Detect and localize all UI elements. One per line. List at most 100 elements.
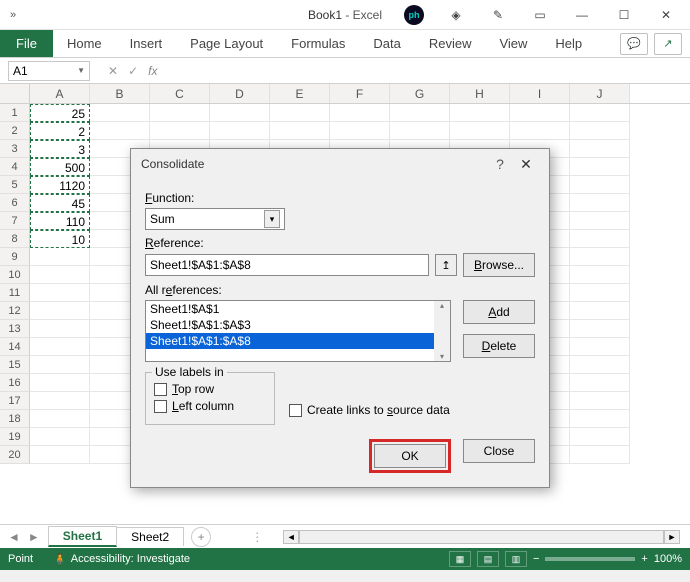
premium-icon[interactable]: ◈ [436, 1, 476, 29]
cell[interactable]: 25 [30, 104, 90, 122]
view-normal-icon[interactable]: ▦ [449, 551, 471, 567]
cell[interactable] [450, 122, 510, 140]
row-header[interactable]: 18 [0, 410, 30, 428]
col-header[interactable]: B [90, 84, 150, 103]
view-pagebreak-icon[interactable]: ▥ [505, 551, 527, 567]
sheet-tab[interactable]: Sheet2 [116, 527, 184, 546]
chevron-down-icon[interactable]: ▾ [264, 210, 280, 228]
row-header[interactable]: 1 [0, 104, 30, 122]
search-icon[interactable]: ✎ [478, 1, 518, 29]
zoom-out-icon[interactable]: − [533, 553, 539, 565]
cell[interactable] [570, 410, 630, 428]
function-combo[interactable]: Sum ▾ [145, 208, 285, 230]
cell[interactable] [390, 104, 450, 122]
cell[interactable] [570, 140, 630, 158]
row-header[interactable]: 17 [0, 392, 30, 410]
row-header[interactable]: 2 [0, 122, 30, 140]
cell[interactable]: 10 [30, 230, 90, 248]
cell[interactable] [270, 122, 330, 140]
tab-formulas[interactable]: Formulas [277, 30, 359, 57]
tab-home[interactable]: Home [53, 30, 116, 57]
collapse-dialog-icon[interactable]: ↥ [435, 254, 457, 276]
cell[interactable] [90, 104, 150, 122]
ok-button[interactable]: OK [374, 444, 446, 468]
reference-input[interactable] [145, 254, 429, 276]
row-header[interactable]: 13 [0, 320, 30, 338]
dialog-close-icon[interactable]: ✕ [513, 156, 539, 173]
left-column-checkbox[interactable] [154, 400, 167, 413]
row-header[interactable]: 9 [0, 248, 30, 266]
fx-icon[interactable]: fx [148, 64, 157, 78]
cell[interactable] [570, 374, 630, 392]
name-box[interactable]: A1 ▼ [8, 61, 90, 81]
row-header[interactable]: 3 [0, 140, 30, 158]
cell[interactable] [210, 122, 270, 140]
create-links-checkbox[interactable] [289, 404, 302, 417]
ribbon-display-icon[interactable]: ▭ [520, 1, 560, 29]
cell[interactable] [570, 392, 630, 410]
cell[interactable] [210, 104, 270, 122]
minimize-icon[interactable]: — [562, 1, 602, 29]
dialog-help-icon[interactable]: ? [487, 156, 513, 172]
cell[interactable] [30, 410, 90, 428]
cell[interactable] [570, 122, 630, 140]
col-header[interactable]: H [450, 84, 510, 103]
row-header[interactable]: 11 [0, 284, 30, 302]
cell[interactable] [570, 176, 630, 194]
close-icon[interactable]: ✕ [646, 1, 686, 29]
row-header[interactable]: 5 [0, 176, 30, 194]
cell[interactable] [390, 122, 450, 140]
cell[interactable] [150, 122, 210, 140]
cell[interactable] [570, 284, 630, 302]
close-button[interactable]: Close [463, 439, 535, 463]
maximize-icon[interactable]: ☐ [604, 1, 644, 29]
cell[interactable]: 45 [30, 194, 90, 212]
share-button[interactable]: ↗ [654, 33, 682, 55]
row-header[interactable]: 15 [0, 356, 30, 374]
col-header[interactable]: F [330, 84, 390, 103]
comments-button[interactable]: 💬 [620, 33, 648, 55]
cell[interactable] [30, 284, 90, 302]
cell[interactable] [570, 266, 630, 284]
cell[interactable] [570, 194, 630, 212]
row-header[interactable]: 8 [0, 230, 30, 248]
cell[interactable] [330, 104, 390, 122]
cell[interactable] [30, 320, 90, 338]
delete-button[interactable]: Delete [463, 334, 535, 358]
cell[interactable] [30, 428, 90, 446]
add-button[interactable]: Add [463, 300, 535, 324]
dialog-titlebar[interactable]: Consolidate ? ✕ [131, 149, 549, 179]
zoom-level[interactable]: 100% [654, 553, 682, 565]
col-header[interactable]: A [30, 84, 90, 103]
tab-help[interactable]: Help [541, 30, 596, 57]
row-header[interactable]: 12 [0, 302, 30, 320]
tab-view[interactable]: View [485, 30, 541, 57]
cell[interactable]: 110 [30, 212, 90, 230]
list-item[interactable]: Sheet1!$A$1 [146, 301, 450, 317]
cell[interactable] [270, 104, 330, 122]
cell[interactable] [30, 446, 90, 464]
col-header[interactable]: J [570, 84, 630, 103]
cell[interactable] [30, 302, 90, 320]
cell[interactable] [30, 374, 90, 392]
all-references-list[interactable]: Sheet1!$A$1 Sheet1!$A$1:$A$3 Sheet1!$A$1… [145, 300, 451, 362]
horizontal-scrollbar[interactable]: ⋮ ◄ ► [251, 530, 680, 544]
tab-insert[interactable]: Insert [116, 30, 177, 57]
view-pagelayout-icon[interactable]: ▤ [477, 551, 499, 567]
cell[interactable] [570, 158, 630, 176]
col-header[interactable]: E [270, 84, 330, 103]
cell[interactable] [150, 104, 210, 122]
browse-button[interactable]: Browse... [463, 253, 535, 277]
cell[interactable] [30, 356, 90, 374]
cell[interactable] [450, 104, 510, 122]
sheet-tab-active[interactable]: Sheet1 [48, 526, 117, 547]
cell[interactable] [570, 212, 630, 230]
cell[interactable]: 3 [30, 140, 90, 158]
cell[interactable] [570, 302, 630, 320]
cell[interactable] [30, 338, 90, 356]
tab-review[interactable]: Review [415, 30, 486, 57]
row-header[interactable]: 19 [0, 428, 30, 446]
row-header[interactable]: 4 [0, 158, 30, 176]
col-header[interactable]: I [510, 84, 570, 103]
enter-formula-icon[interactable]: ✓ [128, 64, 138, 78]
